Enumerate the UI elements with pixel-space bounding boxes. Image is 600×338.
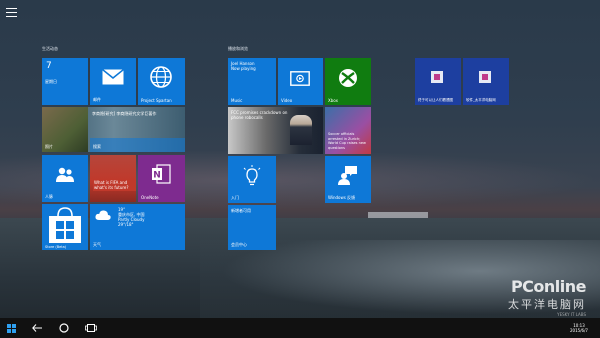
svg-text:N: N — [153, 171, 161, 181]
tile-news-soccer[interactable]: Soccer officials arrested in Zurich; Wor… — [325, 107, 371, 154]
globe-icon — [150, 66, 172, 88]
tile-app-a[interactable]: 终于可以让人们看透图 — [415, 58, 461, 105]
people-icon — [56, 167, 74, 182]
fcc-headline: FCC promises crackdown on phone robocall… — [231, 110, 288, 120]
tile-label: 照片 — [45, 144, 53, 149]
tile-label: 邮件 — [93, 97, 101, 102]
cloud-icon — [95, 210, 111, 220]
tile-calendar[interactable]: 7 星期日 — [42, 58, 88, 105]
tile-search[interactable]: 搜索 — [90, 138, 185, 152]
tile-music[interactable]: Joel Hanson Now playing Music — [228, 58, 276, 105]
news-photo-person — [290, 115, 312, 145]
tile-new-apps[interactable]: 新增者可用 会员中心 — [228, 205, 276, 250]
tile-label: Store (Beta) — [45, 245, 67, 249]
weather-range: 29°/18° — [118, 222, 134, 227]
tile-label: 人脉 — [45, 194, 53, 199]
mail-icon — [102, 69, 124, 85]
new-apps-label: 新增者可用 — [231, 208, 251, 213]
calendar-weekday: 星期日 — [45, 79, 57, 84]
tile-label: Video — [281, 98, 293, 103]
clock-date: 2015/6/7 — [570, 328, 588, 333]
weather-details: 19° 重庆市区, 中国 Partly Cloudy 29°/18° — [118, 207, 145, 227]
music-status: Now playing — [231, 66, 256, 71]
watermark-cn: 太平洋电脑网 — [508, 298, 586, 311]
tile-label: 终于可以让人们看透图 — [418, 98, 453, 102]
tile-label: 入门 — [231, 195, 239, 200]
task-view-icon — [85, 324, 97, 332]
tile-label: Xbox — [328, 98, 338, 103]
tile-app-b[interactable]: 软件_太平洋电脑网 — [463, 58, 509, 105]
start-button[interactable] — [2, 318, 20, 338]
lightbulb-icon — [243, 165, 261, 186]
app-icon — [431, 71, 443, 83]
tile-label: Project Spartan — [141, 98, 172, 103]
tile-store[interactable]: Store (Beta) — [42, 204, 88, 250]
fifa-headline: What is FIFA and what's its future? — [93, 179, 136, 191]
tile-label: Music — [231, 98, 243, 103]
soccer-headline: Soccer officials arrested in Zurich; Wor… — [328, 132, 366, 150]
tile-video[interactable]: Video — [278, 58, 323, 105]
task-view-button[interactable] — [82, 318, 100, 338]
onenote-icon: N — [152, 164, 171, 184]
calendar-day: 7 — [46, 61, 52, 71]
tile-photos[interactable]: 照片 — [42, 107, 88, 152]
cortana-button[interactable] — [55, 318, 73, 338]
tile-label: 软件_太平洋电脑网 — [466, 98, 496, 102]
tile-mail[interactable]: 邮件 — [90, 58, 136, 105]
tile-get-started[interactable]: 入门 — [228, 156, 276, 203]
store-bag-icon — [49, 207, 81, 243]
tile-news-fcc[interactable]: FCC promises crackdown on phone robocall… — [228, 107, 323, 154]
tile-label: Windows 反馈 — [328, 195, 356, 200]
tile-fifa-news[interactable]: What is FIFA and what's its future? — [90, 155, 136, 202]
xbox-icon — [339, 69, 357, 87]
pconline-watermark: PConline 太平洋电脑网 YESKY IT LABS — [508, 277, 587, 317]
group-title-play[interactable]: 播放和浏览 — [228, 46, 248, 52]
feedback-person-icon — [338, 166, 357, 185]
taskbar: 10:13 2015/6/7 — [0, 318, 600, 338]
app-icon — [479, 71, 491, 83]
hamburger-menu-icon[interactable] — [6, 8, 17, 17]
taskbar-clock[interactable]: 10:13 2015/6/7 — [564, 318, 594, 338]
tile-label: 会员中心 — [231, 242, 247, 247]
tile-weather[interactable]: 19° 重庆市区, 中国 Partly Cloudy 29°/18° 天气 — [90, 204, 185, 250]
windows-logo-icon — [6, 323, 16, 333]
news-strip-text: 李商隐[研究] 李商隐研究文学巨著作 — [92, 111, 157, 116]
tile-people[interactable]: 人脉 — [42, 155, 88, 202]
back-button[interactable] — [28, 318, 46, 338]
tile-label: 天气 — [93, 242, 101, 247]
tile-xbox[interactable]: Xbox — [325, 58, 371, 105]
tile-windows-feedback[interactable]: Windows 反馈 — [325, 156, 371, 203]
cortana-circle-icon — [59, 323, 69, 333]
watermark-sub: YESKY IT LABS — [557, 312, 586, 317]
tile-project-spartan[interactable]: Project Spartan — [138, 58, 185, 105]
group-title-life[interactable]: 生活动态 — [42, 46, 58, 52]
tile-onenote[interactable]: N OneNote — [138, 155, 185, 202]
video-icon — [290, 71, 310, 86]
music-now-playing: Joel Hanson Now playing — [231, 61, 256, 71]
tile-label: OneNote — [141, 195, 159, 200]
watermark-brand: PConline — [510, 277, 587, 296]
back-arrow-icon — [32, 324, 42, 332]
tile-label: 搜索 — [93, 144, 101, 149]
background-pier — [368, 212, 428, 218]
